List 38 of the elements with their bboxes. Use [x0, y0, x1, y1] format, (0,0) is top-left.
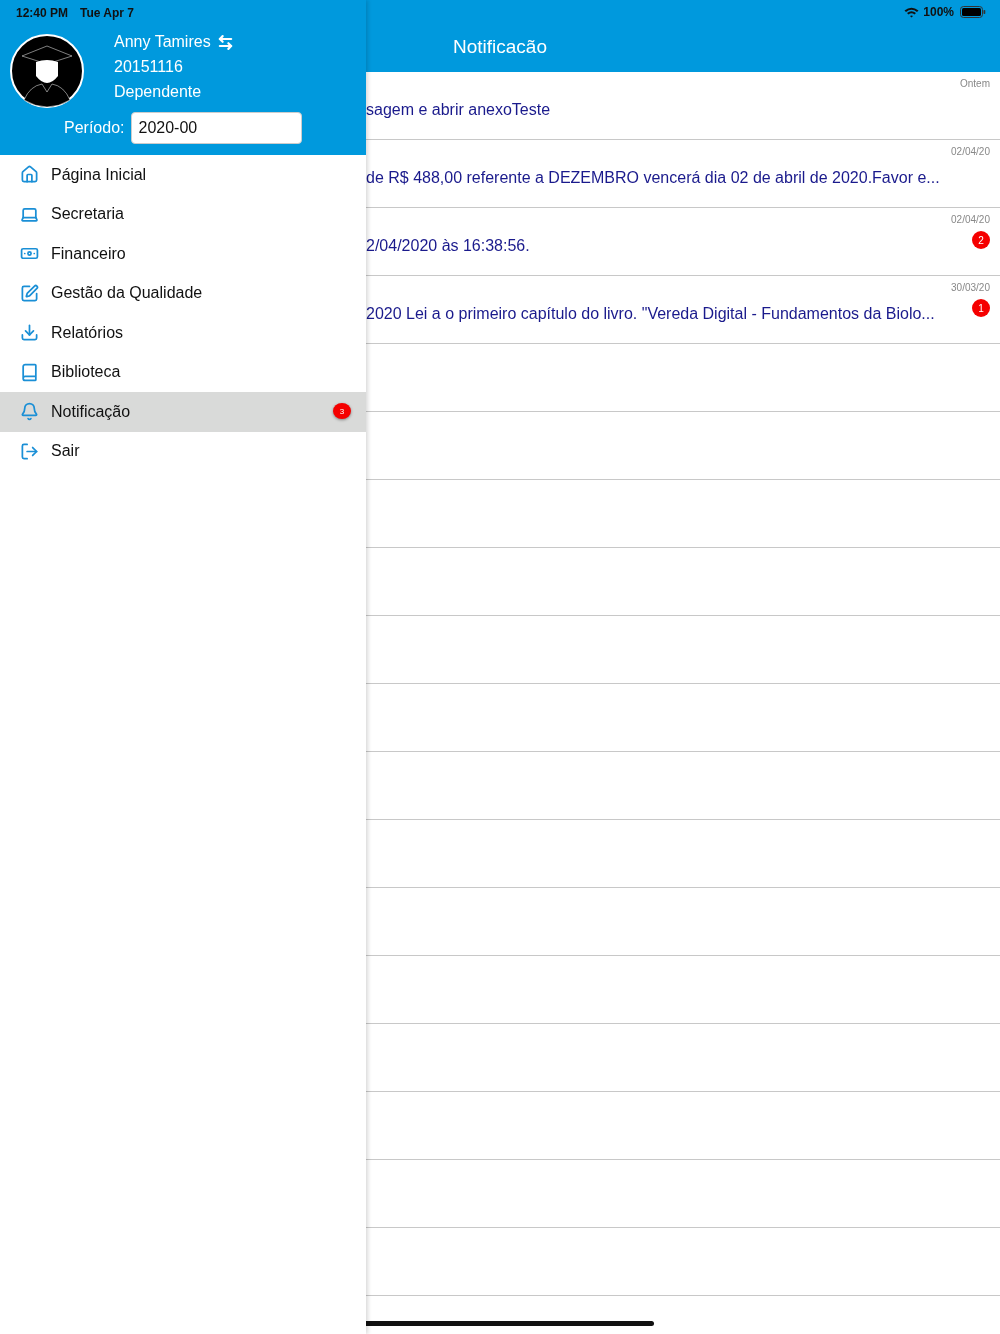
screen-title: Notificacão: [453, 36, 548, 58]
notification-date: 02/04/20: [951, 146, 990, 157]
status-date: Tue Apr 7: [80, 6, 135, 20]
user-name: Anny Tamires: [114, 32, 211, 52]
download-icon: [20, 323, 39, 343]
wifi-icon: [904, 6, 920, 18]
logout-icon: [20, 441, 39, 461]
menu-item[interactable]: Relatórios: [0, 313, 366, 353]
switch-icon[interactable]: [216, 33, 234, 51]
menu-item[interactable]: Financeiro: [0, 234, 366, 274]
notification-date: 02/04/20: [951, 214, 990, 225]
avatar-icon: [10, 34, 84, 108]
house-icon: [20, 165, 39, 185]
battery-percent: 100%: [923, 5, 954, 19]
notification-date: Ontem: [960, 78, 990, 89]
menu-item[interactable]: Página Inicial: [0, 155, 366, 195]
status-time: 12:40 PM: [16, 6, 69, 20]
count-badge: 3: [333, 403, 351, 419]
notification-text[interactable]: de R$ 488,00 referente a DEZEMBRO vencerá dia 02 de abril de 2020.Favor e...: [366, 169, 940, 187]
menu-item[interactable]: Gestão da Qualidade: [0, 273, 366, 313]
menu-item[interactable]: Secretaria: [0, 194, 366, 234]
notification-date: 30/03/20: [951, 282, 990, 293]
battery-icon: [960, 6, 986, 18]
user-role: Dependente: [114, 82, 203, 102]
notification-text[interactable]: sagem e abrir anexoTeste: [366, 101, 551, 119]
bell-icon: [20, 402, 39, 422]
period-label: Período:: [64, 118, 125, 138]
notification-text[interactable]: 2/04/2020 às 16:38:56.: [366, 237, 530, 255]
count-badge: 1: [972, 299, 990, 317]
user-id: 20151116: [114, 57, 184, 77]
menu-item[interactable]: Sair: [0, 431, 366, 471]
notification-text[interactable]: 2020 Lei a o primeiro capítulo do livro. "Vereda Digital - Fundamentos da Biolo...: [366, 305, 935, 323]
book-icon: [20, 362, 39, 382]
period-field[interactable]: 2020-00: [131, 112, 303, 144]
menu-item[interactable]: Notificação 3: [0, 392, 366, 432]
edit-icon: [20, 283, 39, 303]
menu-item[interactable]: Biblioteca: [0, 352, 366, 392]
count-badge: 2: [972, 231, 990, 249]
